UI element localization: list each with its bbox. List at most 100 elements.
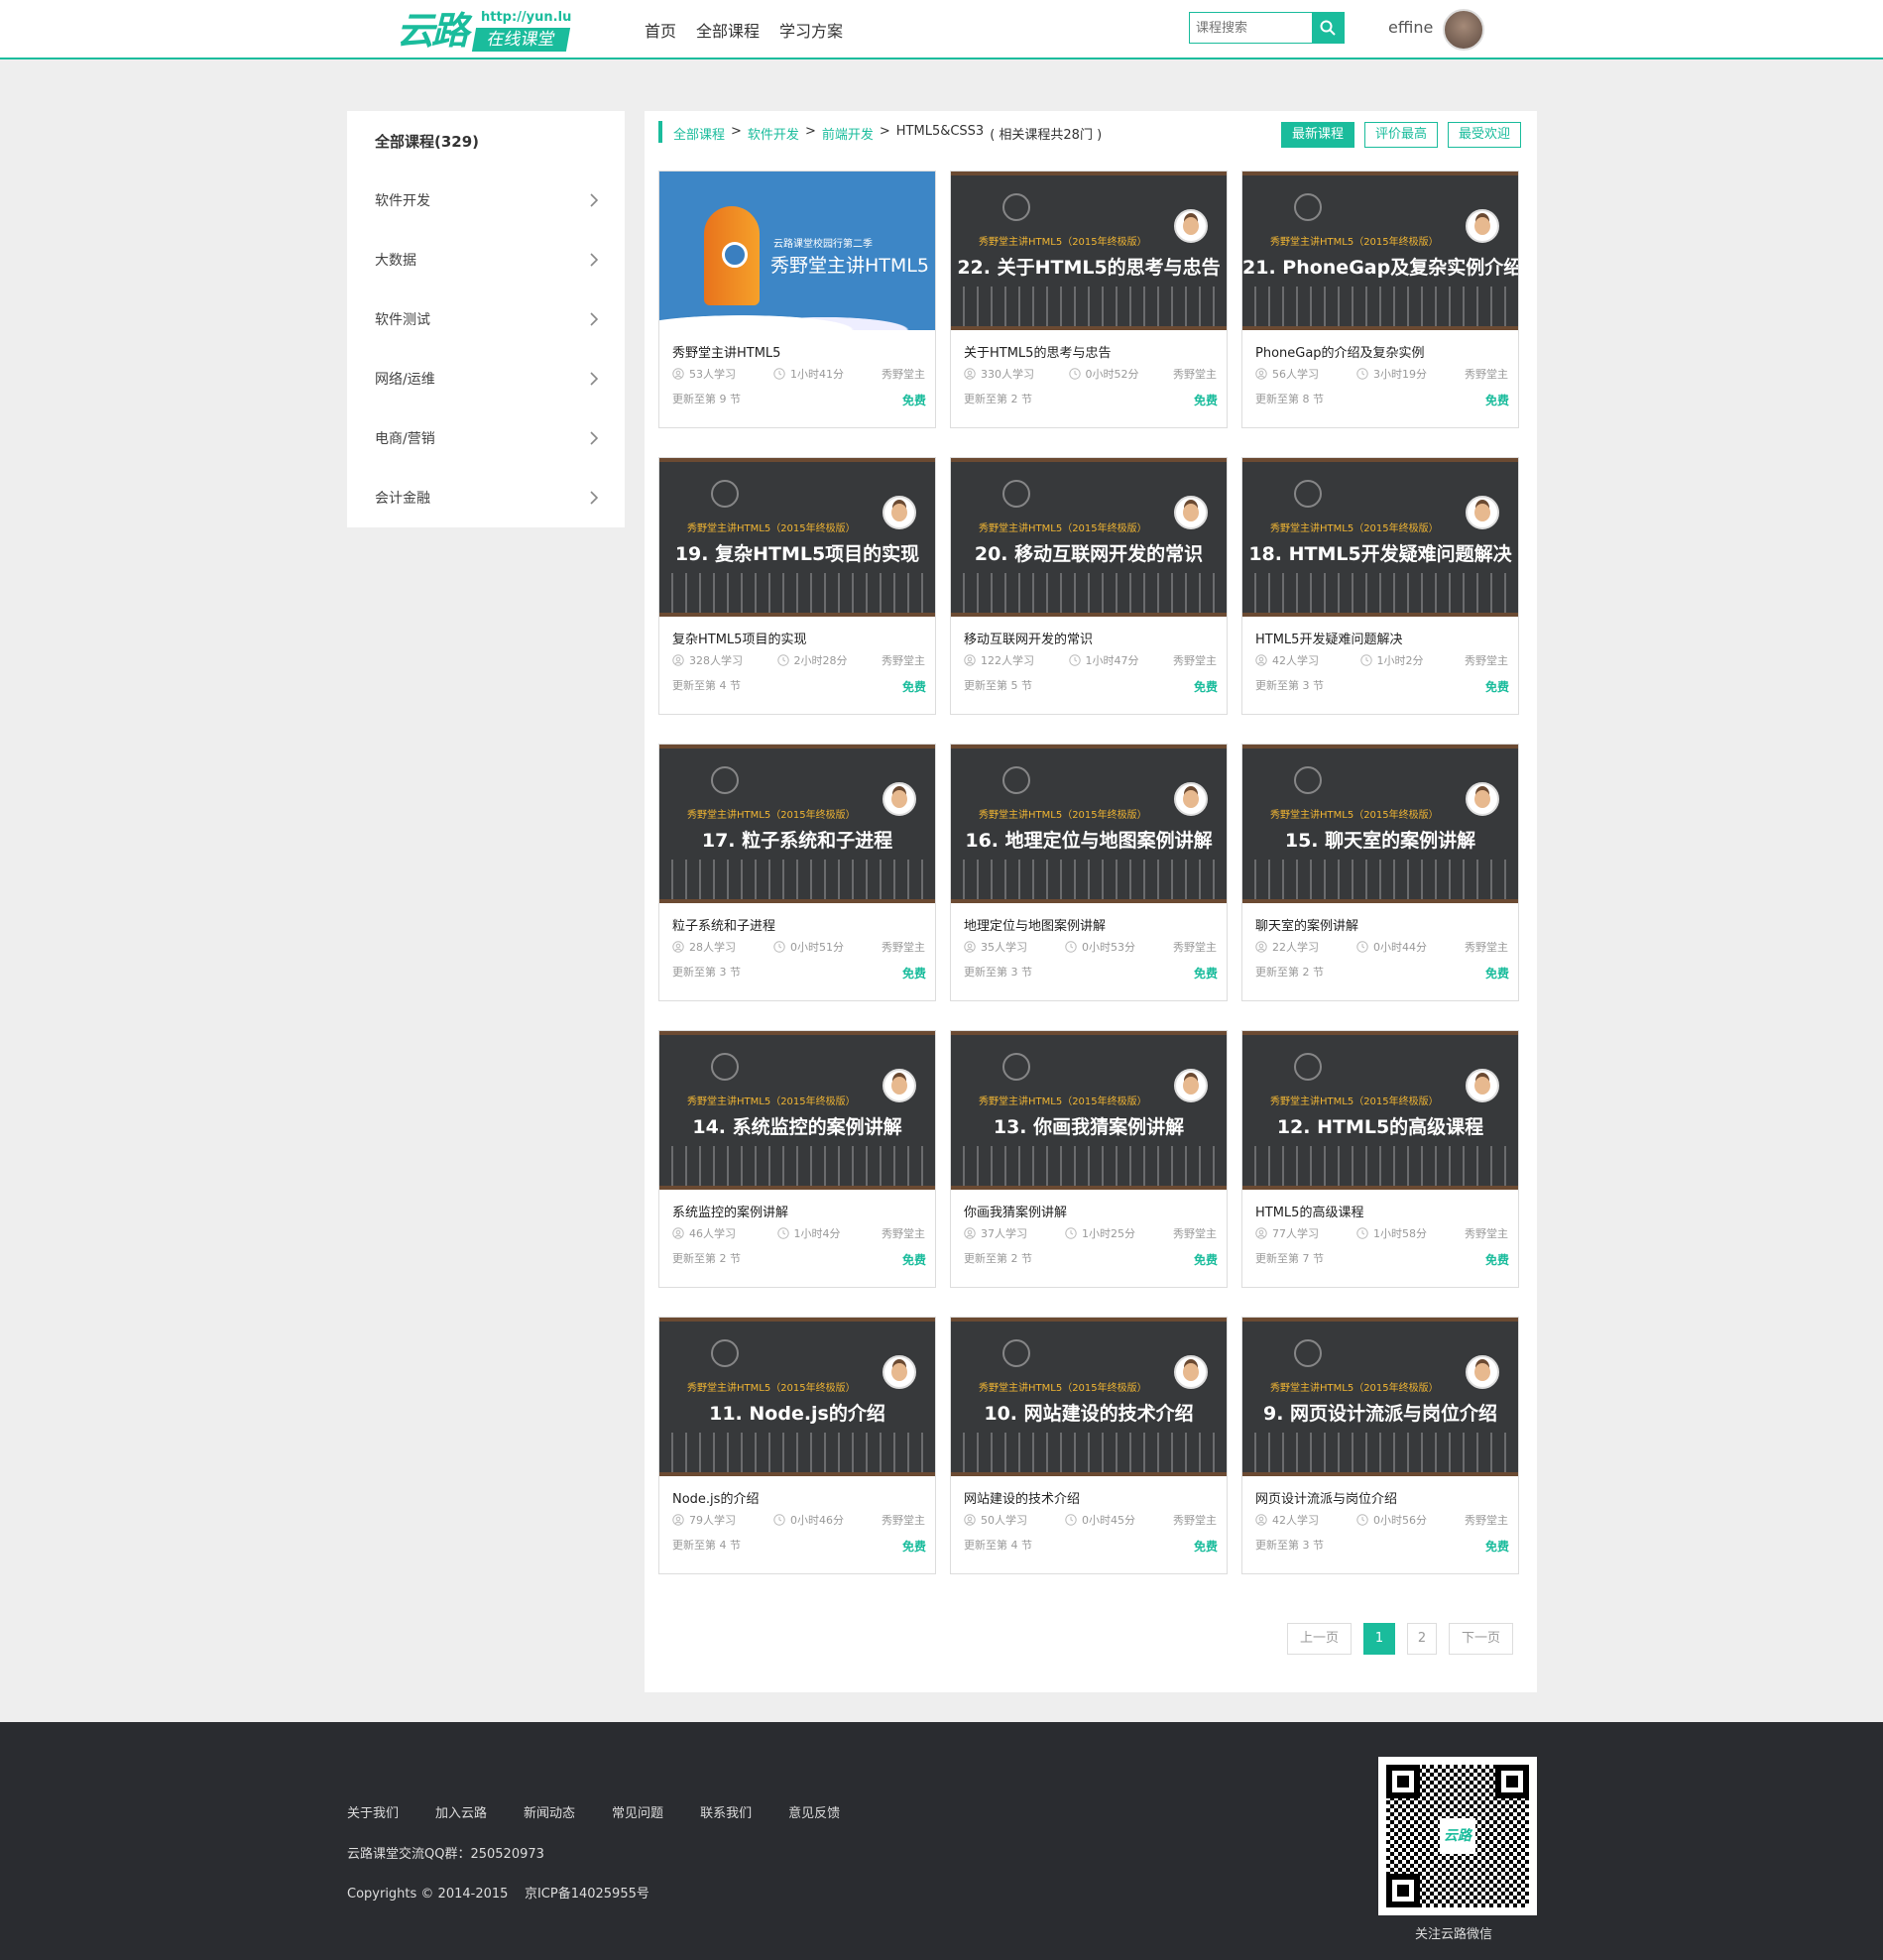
teacher-avatar — [1466, 1069, 1499, 1102]
thumbnail-subtitle: 秀野堂主讲HTML5（2015年终极版） — [687, 1383, 856, 1394]
sidebar-item-software-dev[interactable]: 软件开发 — [375, 188, 598, 212]
teacher-avatar — [1174, 782, 1208, 816]
course-title[interactable]: 粒子系统和子进程 — [672, 915, 775, 934]
course-title[interactable]: 网页设计流派与岗位介绍 — [1255, 1488, 1397, 1507]
search-input[interactable] — [1190, 13, 1312, 43]
course-card[interactable]: 秀野堂主讲HTML5（2015年终极版） 18. HTML5开发疑难问题解决 HTM… — [1241, 457, 1519, 715]
course-title[interactable]: Node.js的介绍 — [672, 1488, 759, 1507]
footer-link-feedback[interactable]: 意见反馈 — [788, 1802, 840, 1821]
sidebar-item-ecommerce[interactable]: 电商/营销 — [375, 426, 598, 450]
course-title[interactable]: 地理定位与地图案例讲解 — [964, 915, 1106, 934]
sidebar-item-big-data[interactable]: 大数据 — [375, 248, 598, 272]
user-icon — [1255, 654, 1272, 667]
nav-home[interactable]: 首页 — [645, 18, 676, 42]
course-card[interactable]: 秀野堂主讲HTML5（2015年终极版） 22. 关于HTML5的思考与忠告关于H… — [950, 171, 1228, 428]
nav-learning-plan[interactable]: 学习方案 — [779, 18, 843, 42]
course-title[interactable]: HTML5的高级课程 — [1255, 1202, 1363, 1220]
course-card[interactable]: 秀野堂主讲HTML5（2015年终极版） 16. 地理定位与地图案例讲解地理定位与… — [950, 744, 1228, 1001]
sidebar-item-testing[interactable]: 软件测试 — [375, 307, 598, 331]
course-meta: 50人学习 0小时45分 秀野堂主 — [964, 1512, 1217, 1528]
page-button-1[interactable]: 1 — [1362, 1623, 1395, 1655]
course-thumbnail[interactable]: 秀野堂主讲HTML5（2015年终极版） 21. PhoneGap及复杂实例介绍 — [1242, 172, 1518, 330]
course-thumbnail[interactable]: 秀野堂主讲HTML5（2015年终极版） 15. 聊天室的案例讲解 — [1242, 745, 1518, 903]
course-thumbnail[interactable]: 云路课堂校园行第二季 秀野堂主讲HTML5 — [659, 172, 935, 330]
course-card[interactable]: 秀野堂主讲HTML5（2015年终极版） 13. 你画我猜案例讲解你画我猜案例讲解… — [950, 1030, 1228, 1288]
course-thumbnail[interactable]: 秀野堂主讲HTML5（2015年终极版） 14. 系统监控的案例讲解 — [659, 1031, 935, 1190]
course-card[interactable]: 秀野堂主讲HTML5（2015年终极版） 14. 系统监控的案例讲解系统监控的案例… — [658, 1030, 936, 1288]
course-title[interactable]: 聊天室的案例讲解 — [1255, 915, 1358, 934]
sidebar-item-network-ops[interactable]: 网络/运维 — [375, 367, 598, 391]
duration: 0小时45分 — [1065, 1512, 1135, 1528]
course-title[interactable]: 复杂HTML5项目的实现 — [672, 629, 806, 647]
skyline-graphic — [1242, 860, 1518, 899]
breadcrumb-sep: > — [879, 124, 890, 139]
prev-page-button[interactable]: 上一页 — [1286, 1623, 1352, 1655]
footer-link-about[interactable]: 关于我们 — [347, 1802, 399, 1821]
user-icon — [672, 1227, 689, 1240]
course-card[interactable]: 秀野堂主讲HTML5（2015年终极版） 20. 移动互联网开发的常识移动互联网开… — [950, 457, 1228, 715]
course-thumbnail[interactable]: 秀野堂主讲HTML5（2015年终极版） 20. 移动互联网开发的常识 — [951, 458, 1227, 617]
breadcrumb-all-courses[interactable]: 全部课程 — [673, 124, 725, 143]
logo-main: 云路 — [397, 9, 469, 53]
course-title[interactable]: 网站建设的技术介绍 — [964, 1488, 1080, 1507]
clock-icon — [1065, 941, 1082, 954]
course-card[interactable]: 秀野堂主讲HTML5（2015年终极版） 12. HTML5的高级课程 HTML5的… — [1241, 1030, 1519, 1288]
sidebar-header[interactable]: 全部课程(329) — [375, 131, 479, 152]
course-card[interactable]: 秀野堂主讲HTML5（2015年终极版） 17. 粒子系统和子进程粒子系统和子进程… — [658, 744, 936, 1001]
page-button-2[interactable]: 2 — [1406, 1623, 1437, 1655]
update-status: 更新至第 3 节 — [672, 966, 741, 979]
course-thumbnail[interactable]: 秀野堂主讲HTML5（2015年终极版） 19. 复杂HTML5项目的实现 — [659, 458, 935, 617]
course-card[interactable]: 秀野堂主讲HTML5（2015年终极版） 9. 网页设计流派与岗位介绍网页设计流派… — [1241, 1317, 1519, 1574]
course-card[interactable]: 秀野堂主讲HTML5（2015年终极版） 11. Node.js的介绍 Node.j… — [658, 1317, 936, 1574]
clock-icon — [776, 1227, 794, 1240]
course-thumbnail[interactable]: 秀野堂主讲HTML5（2015年终极版） 16. 地理定位与地图案例讲解 — [951, 745, 1227, 903]
footer-link-faq[interactable]: 常见问题 — [612, 1802, 663, 1821]
course-card[interactable]: 秀野堂主讲HTML5（2015年终极版） 21. PhoneGap及复杂实例介绍 P… — [1241, 171, 1519, 428]
next-page-button[interactable]: 下一页 — [1448, 1623, 1513, 1655]
course-thumbnail[interactable]: 秀野堂主讲HTML5（2015年终极版） 13. 你画我猜案例讲解 — [951, 1031, 1227, 1190]
breadcrumb-software-dev[interactable]: 软件开发 — [748, 124, 799, 143]
course-thumbnail[interactable]: 秀野堂主讲HTML5（2015年终极版） 10. 网站建设的技术介绍 — [951, 1318, 1227, 1476]
thumbnail-subtitle: 秀野堂主讲HTML5（2015年终极版） — [687, 523, 856, 534]
course-thumbnail[interactable]: 秀野堂主讲HTML5（2015年终极版） 17. 粒子系统和子进程 — [659, 745, 935, 903]
search-button[interactable] — [1312, 13, 1344, 43]
footer-link-join[interactable]: 加入云路 — [435, 1802, 487, 1821]
site-logo[interactable]: 云路 http://yun.lu 在线课堂 — [397, 8, 571, 54]
course-title[interactable]: 移动互联网开发的常识 — [964, 629, 1093, 647]
course-card[interactable]: 秀野堂主讲HTML5（2015年终极版） 10. 网站建设的技术介绍网站建设的技术… — [950, 1317, 1228, 1574]
course-thumbnail[interactable]: 秀野堂主讲HTML5（2015年终极版） 18. HTML5开发疑难问题解决 — [1242, 458, 1518, 617]
breadcrumb-frontend[interactable]: 前端开发 — [822, 124, 874, 143]
clock-icon — [773, 368, 790, 381]
course-thumbnail[interactable]: 秀野堂主讲HTML5（2015年终极版） 11. Node.js的介绍 — [659, 1318, 935, 1476]
thumbnail-subtitle: 秀野堂主讲HTML5（2015年终极版） — [979, 1383, 1147, 1394]
course-title[interactable]: 系统监控的案例讲解 — [672, 1202, 788, 1220]
course-title[interactable]: HTML5开发疑难问题解决 — [1255, 629, 1402, 647]
footer-link-contact[interactable]: 联系我们 — [700, 1802, 752, 1821]
breadcrumb-sep: > — [731, 124, 742, 139]
course-title[interactable]: 关于HTML5的思考与忠告 — [964, 342, 1111, 361]
footer-link-news[interactable]: 新闻动态 — [524, 1802, 575, 1821]
course-thumbnail[interactable]: 秀野堂主讲HTML5（2015年终极版） 12. HTML5的高级课程 — [1242, 1031, 1518, 1190]
learner-count: 53人学习 — [689, 368, 736, 381]
nav-all-courses[interactable]: 全部课程 — [696, 18, 760, 42]
course-title[interactable]: PhoneGap的介绍及复杂实例 — [1255, 342, 1425, 361]
sidebar-item-accounting[interactable]: 会计金融 — [375, 486, 598, 510]
update-status: 更新至第 4 节 — [964, 1539, 1032, 1552]
sort-top-rated-button[interactable]: 评价最高 — [1363, 122, 1438, 148]
avatar[interactable] — [1443, 9, 1484, 51]
course-card[interactable]: 秀野堂主讲HTML5（2015年终极版） 19. 复杂HTML5项目的实现复杂HT… — [658, 457, 936, 715]
duration-value: 1小时2分 — [1376, 654, 1424, 667]
username[interactable]: effine — [1388, 18, 1433, 37]
course-card[interactable]: 秀野堂主讲HTML5（2015年终极版） 15. 聊天室的案例讲解聊天室的案例讲解… — [1241, 744, 1519, 1001]
course-list-panel: 全部课程 > 软件开发 > 前端开发 > HTML5&CSS3 ( 相关课程共2… — [645, 111, 1537, 1692]
course-title[interactable]: 你画我猜案例讲解 — [964, 1202, 1067, 1220]
course-thumbnail[interactable]: 秀野堂主讲HTML5（2015年终极版） 9. 网页设计流派与岗位介绍 — [1242, 1318, 1518, 1476]
course-card[interactable]: 云路课堂校园行第二季 秀野堂主讲HTML5 秀野堂主讲HTML5 53人学习 1小时41… — [658, 171, 936, 428]
learner-count: 46人学习 — [689, 1227, 736, 1240]
sort-popular-button[interactable]: 最受欢迎 — [1447, 122, 1521, 148]
wechat-qr-code: 云路 — [1378, 1757, 1537, 1915]
course-thumbnail[interactable]: 秀野堂主讲HTML5（2015年终极版） 22. 关于HTML5的思考与忠告 — [951, 172, 1227, 330]
sort-newest-button[interactable]: 最新课程 — [1280, 122, 1354, 148]
course-title[interactable]: 秀野堂主讲HTML5 — [672, 342, 780, 361]
qr-caption: 关注云路微信 — [1415, 1927, 1493, 1942]
